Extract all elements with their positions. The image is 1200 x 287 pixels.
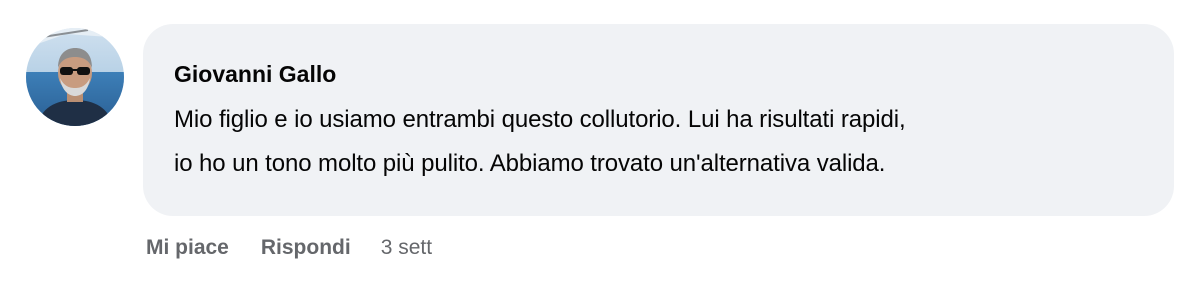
comment-author[interactable]: Giovanni Gallo [174,60,1144,88]
comment-bubble: Giovanni Gallo Mio figlio e io usiamo en… [143,24,1174,216]
avatar[interactable] [26,28,124,126]
avatar-photo [26,28,124,126]
comment-actions: Mi piace Rispondi 3 sett [146,233,432,263]
comment: Giovanni Gallo Mio figlio e io usiamo en… [0,0,1200,287]
comment-timestamp[interactable]: 3 sett [381,236,432,260]
comment-text: Mio figlio e io usiamo entrambi questo c… [174,98,1144,186]
comment-text-line: Mio figlio e io usiamo entrambi questo c… [174,106,906,133]
comment-text-line: io ho un tono molto più pulito. Abbiamo … [174,150,886,177]
like-button[interactable]: Mi piace [146,236,229,260]
reply-button[interactable]: Rispondi [261,236,351,260]
